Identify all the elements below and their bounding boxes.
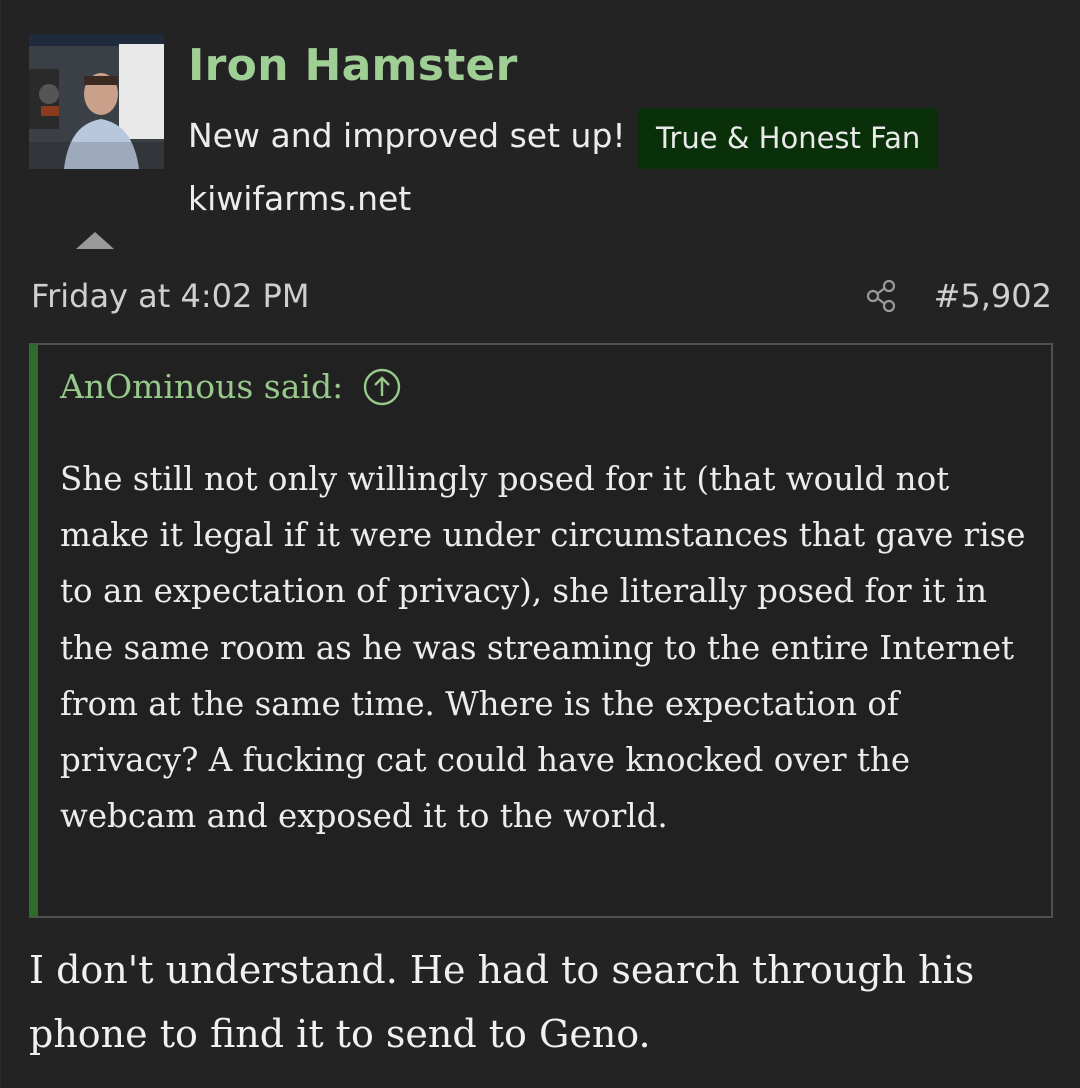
user-avatar-image bbox=[29, 34, 164, 169]
post-body: I don't understand. He had to search thr… bbox=[29, 948, 975, 1056]
post-number[interactable]: #5,902 bbox=[934, 277, 1052, 315]
forum-post: Iron Hamster New and improved set up! Tr… bbox=[0, 0, 1080, 1088]
arrow-up-circle-icon[interactable] bbox=[363, 368, 401, 406]
quote-author-text[interactable]: AnOminous said: bbox=[60, 367, 343, 406]
user-site: kiwifarms.net bbox=[188, 179, 412, 218]
username[interactable]: Iron Hamster bbox=[188, 40, 518, 91]
quote-author-line[interactable]: AnOminous said: bbox=[60, 367, 401, 406]
collapse-arrow-icon[interactable] bbox=[76, 232, 114, 249]
user-avatar[interactable] bbox=[29, 34, 164, 169]
user-title: New and improved set up! bbox=[188, 116, 626, 155]
user-badge: True & Honest Fan bbox=[638, 108, 939, 169]
quote-body: She still not only willingly posed for i… bbox=[60, 460, 1026, 836]
post-date[interactable]: Friday at 4:02 PM bbox=[31, 277, 309, 315]
quote-block: AnOminous said: She still not only willi… bbox=[29, 343, 1053, 918]
share-icon[interactable] bbox=[865, 279, 899, 313]
